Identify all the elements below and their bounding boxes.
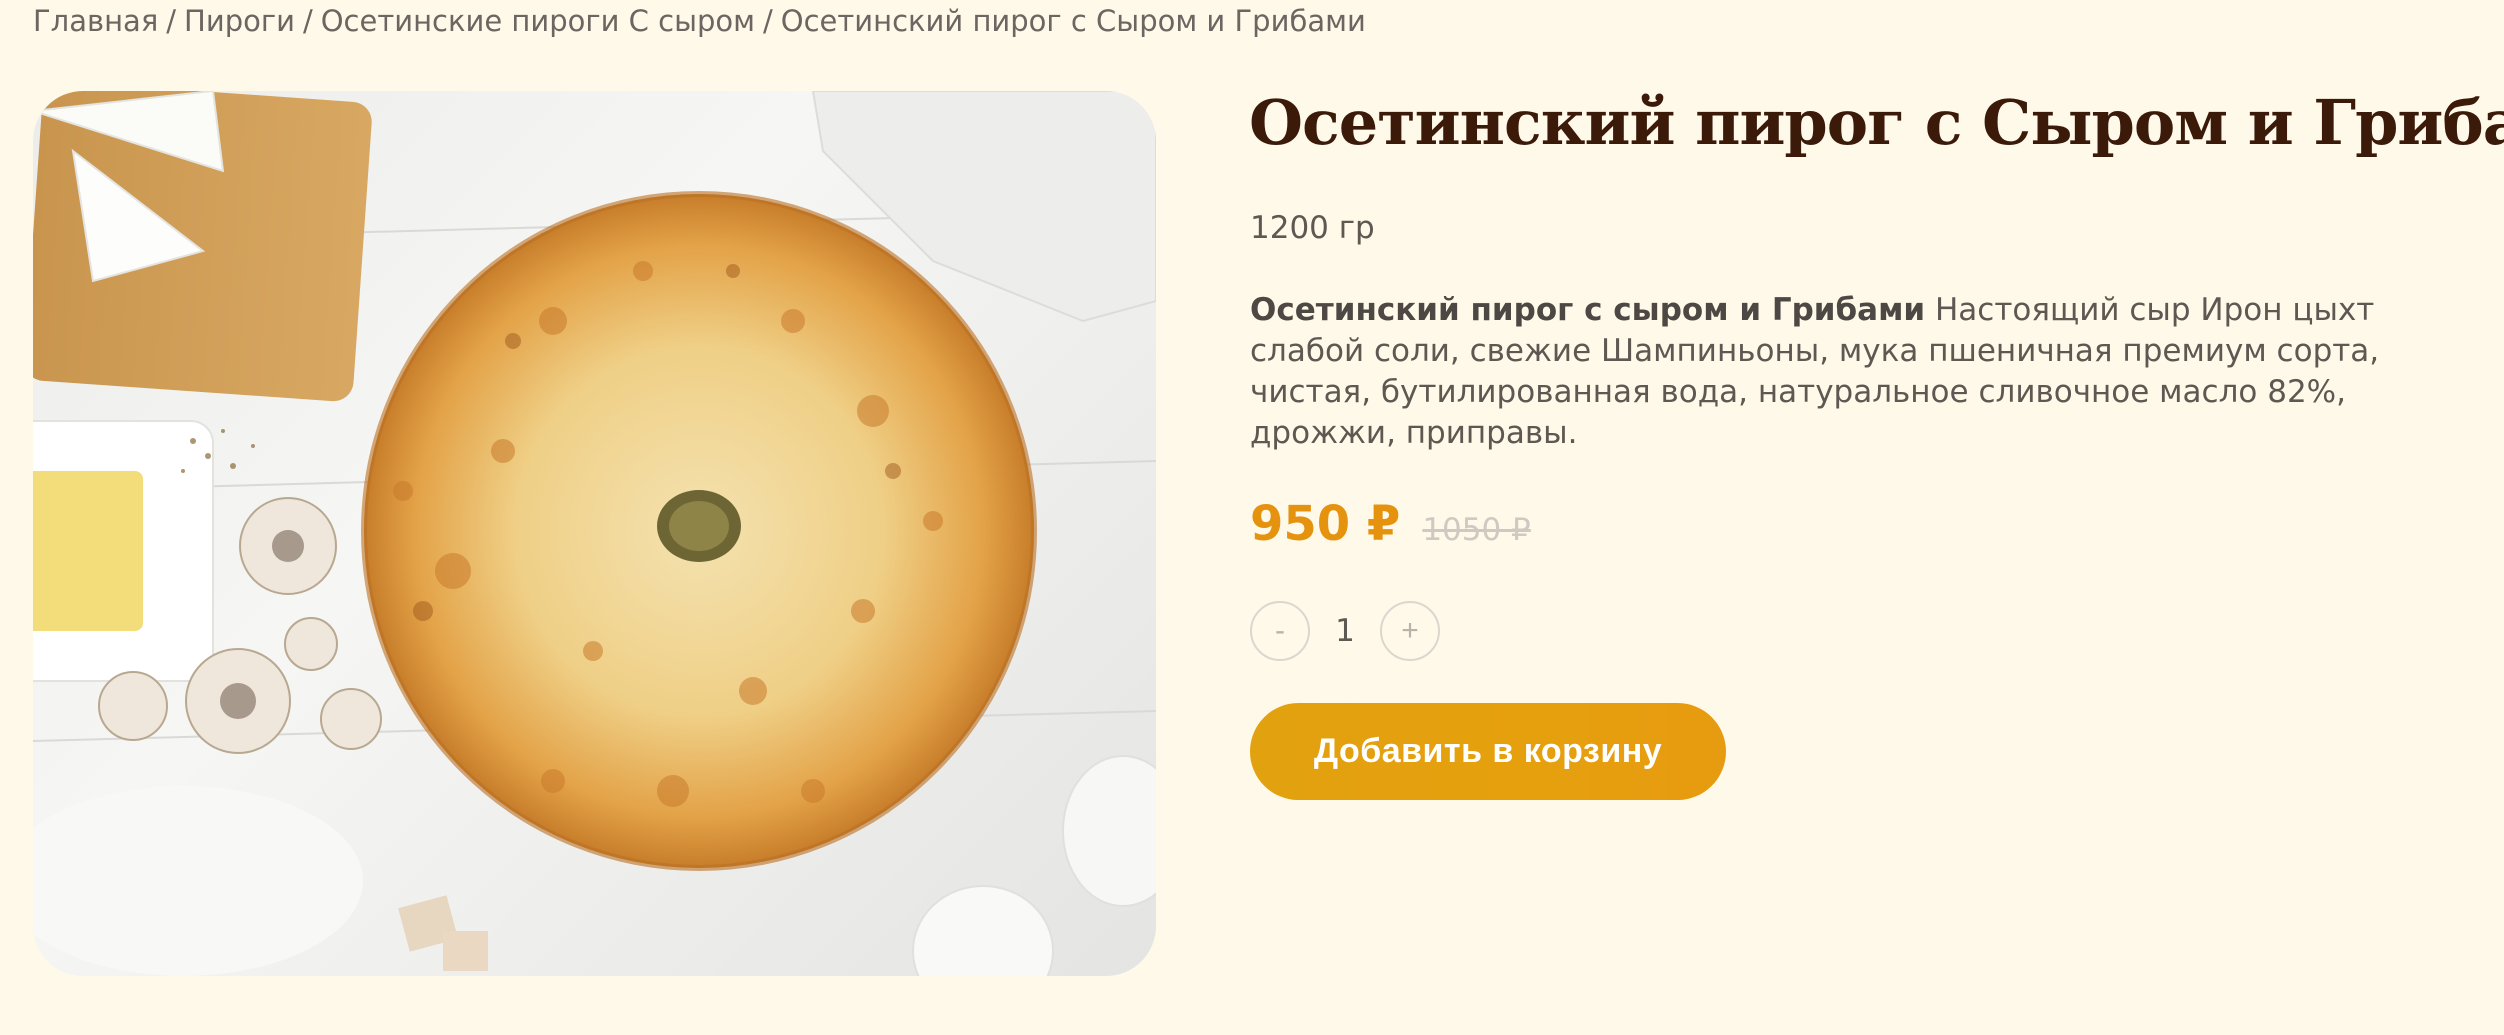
breadcrumb-ossetian-cheese-pies[interactable]: Осетинские пироги С сыром bbox=[321, 4, 755, 38]
add-to-cart-button[interactable]: Добавить в корзину bbox=[1250, 703, 1726, 800]
breadcrumb-current: Осетинский пирог с Сыром и Грибами bbox=[780, 4, 1366, 38]
breadcrumb-separator: / bbox=[166, 4, 177, 38]
product-description: Осетинский пирог с сыром и Грибами Насто… bbox=[1250, 290, 2400, 454]
quantity-value: 1 bbox=[1335, 613, 1355, 649]
product-image bbox=[33, 91, 1156, 976]
old-price: 1050 ₽ bbox=[1422, 512, 1531, 548]
product-weight: 1200 гр bbox=[1250, 210, 1375, 246]
breadcrumb-pies[interactable]: Пироги bbox=[184, 4, 295, 38]
breadcrumb-home[interactable]: Главная bbox=[33, 4, 158, 38]
increase-quantity-button[interactable]: + bbox=[1380, 601, 1440, 661]
breadcrumb-separator: / bbox=[302, 4, 313, 38]
breadcrumb-separator: / bbox=[763, 4, 773, 38]
decrease-quantity-button[interactable]: - bbox=[1250, 601, 1310, 661]
product-description-bold: Осетинский пирог с сыром и Грибами bbox=[1250, 292, 1926, 328]
breadcrumb: Главная / Пироги / Осетинские пироги С сыром… bbox=[33, 4, 1366, 38]
current-price: 950 ₽ bbox=[1250, 496, 1401, 552]
quantity-stepper: - 1 + bbox=[1250, 601, 1440, 661]
product-title: Осетинский пирог с Сыром и Грибами bbox=[1249, 86, 2504, 159]
price-row: 950 ₽ 1050 ₽ bbox=[1250, 496, 1531, 552]
